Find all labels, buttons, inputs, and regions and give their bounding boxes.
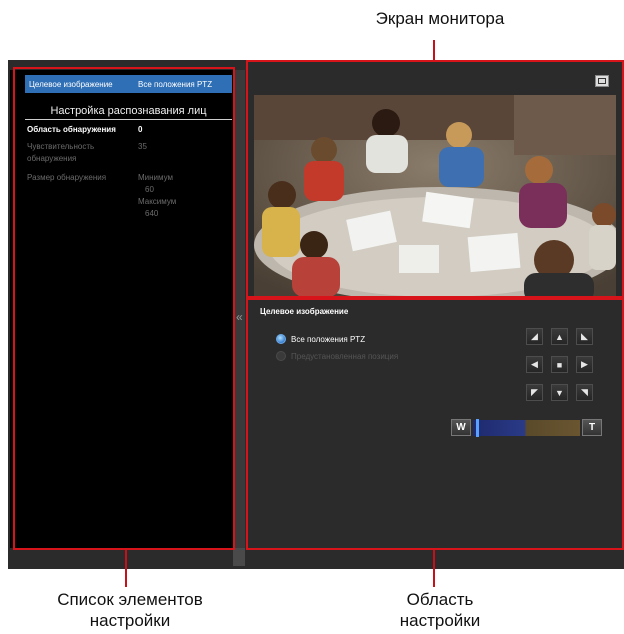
callout-settings-area: Область настройки	[350, 589, 530, 631]
target-image-value: Все положения PTZ	[138, 79, 213, 89]
arrow-right-icon[interactable]: ▶	[576, 356, 593, 373]
detection-size-label[interactable]: Размер обнаружения	[27, 172, 106, 184]
max-size-value: 640	[145, 209, 159, 218]
arrow-up-icon[interactable]: ▲	[551, 328, 568, 345]
sensitivity-label-line2: обнаружения	[27, 154, 77, 163]
face-detection-title: Настройка распознавания лиц	[50, 105, 207, 117]
radio-unselected-icon[interactable]	[276, 351, 286, 361]
sensitivity-value: 35	[138, 142, 147, 151]
detection-area-value: 0	[138, 125, 143, 134]
target-image-section-title: Целевое изображение	[260, 307, 349, 316]
leader-line-settings-list	[125, 550, 127, 587]
callout-settings-list-line1: Список элементов	[57, 590, 203, 609]
zoom-wide-button[interactable]: W	[451, 419, 471, 436]
callout-settings-list: Список элементов настройки	[15, 589, 245, 631]
callout-monitor-screen: Экран монитора	[375, 9, 505, 28]
arrow-down-right-icon[interactable]: ◥	[576, 384, 593, 401]
option-all-ptz-label: Все положения PTZ	[291, 334, 366, 344]
zoom-slider[interactable]	[473, 420, 580, 436]
target-image-row[interactable]: Целевое изображение Все положения PTZ	[25, 75, 232, 93]
sensitivity-label-line1[interactable]: Чувствительность	[27, 141, 94, 153]
leader-line-monitor	[433, 40, 435, 60]
home-icon[interactable]: ■	[551, 356, 568, 373]
radio-selected-icon[interactable]	[276, 334, 286, 344]
arrow-down-left-icon[interactable]: ◤	[526, 384, 543, 401]
target-image-label: Целевое изображение	[29, 79, 113, 89]
max-size-label: Максимум	[138, 197, 177, 206]
option-all-ptz[interactable]: Все положения PTZ	[276, 334, 365, 344]
min-size-label: Минимум	[138, 173, 174, 182]
detection-area-label[interactable]: Область обнаружения	[27, 124, 116, 136]
monitor-screen	[254, 95, 616, 297]
option-preset-position[interactable]: Предустановленная позиция	[276, 351, 398, 361]
callout-settings-area-line2: настройки	[399, 611, 481, 630]
expand-view-icon[interactable]	[595, 75, 609, 87]
option-preset-label: Предустановленная позиция	[291, 351, 399, 361]
callout-settings-list-line2: настройки	[89, 611, 171, 630]
section-divider	[25, 119, 232, 120]
collapse-panel-button[interactable]: «	[236, 310, 243, 324]
camera-image	[254, 95, 616, 297]
arrow-left-icon[interactable]: ◀	[526, 356, 543, 373]
min-size-value: 60	[145, 185, 154, 194]
arrow-down-icon[interactable]: ▼	[551, 384, 568, 401]
zoom-tele-button[interactable]: T	[582, 419, 602, 436]
callout-settings-area-line1: Область	[406, 590, 474, 609]
zoom-slider-thumb[interactable]	[476, 419, 479, 437]
arrow-up-right-icon[interactable]: ◣	[576, 328, 593, 345]
view-divider	[248, 298, 622, 299]
leader-line-settings-area	[433, 550, 435, 587]
arrow-up-left-icon[interactable]: ◢	[526, 328, 543, 345]
